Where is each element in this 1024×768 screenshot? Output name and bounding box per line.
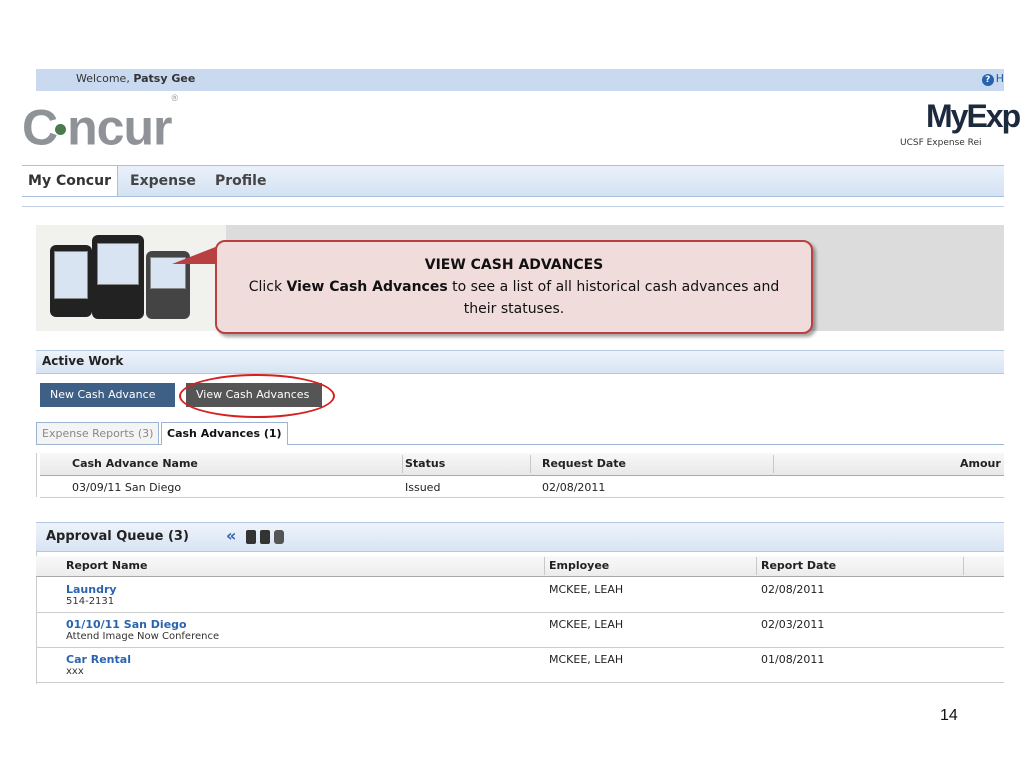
callout-title: VIEW CASH ADVANCES <box>424 257 604 273</box>
column-header[interactable]: Request Date <box>542 457 626 470</box>
employee-name: MCKEE, LEAH <box>549 653 624 666</box>
report-subtitle: xxx <box>66 666 84 677</box>
column-header[interactable]: Employee <box>549 559 609 572</box>
device-icon[interactable] <box>274 530 284 544</box>
active-work-tabs: Expense Reports (3) Cash Advances (1) <box>36 422 1004 445</box>
table-row[interactable]: 01/10/11 San Diego Attend Image Now Conf… <box>36 613 1004 648</box>
mobile-devices-image <box>36 225 226 331</box>
column-header[interactable]: Cash Advance Name <box>72 457 198 470</box>
report-date: 02/08/2011 <box>761 583 825 596</box>
welcome-text: Welcome, Patsy Gee <box>76 72 196 85</box>
approval-queue-title: Approval Queue (3) <box>46 529 189 544</box>
callout-pointer <box>172 246 218 264</box>
main-nav: My Concur Expense Profile <box>22 165 1004 197</box>
approval-table-header: Report Name Employee Report Date <box>36 556 1004 577</box>
device-icon[interactable] <box>260 530 270 544</box>
callout-text: Click View Cash Advances to see a list o… <box>248 279 780 317</box>
cash-advance-status: Issued <box>405 481 441 494</box>
collapse-chevron-icon[interactable]: « <box>226 526 236 545</box>
page-number: 14 <box>940 707 958 724</box>
column-header[interactable]: Status <box>405 457 445 470</box>
nav-divider <box>22 206 1004 207</box>
tab-expense[interactable]: Expense <box>130 166 196 196</box>
highlight-circle <box>179 374 335 418</box>
cash-advance-name[interactable]: 03/09/11 San Diego <box>72 481 181 494</box>
approval-queue-header: Approval Queue (3) « <box>36 522 1004 552</box>
table-row[interactable]: Laundry 514-2131 MCKEE, LEAH 02/08/2011 <box>36 578 1004 613</box>
myexpense-logo: MyExp <box>926 98 1021 134</box>
cash-advance-table-header: Cash Advance Name Status Request Date Am… <box>40 453 1004 476</box>
active-work-title: Active Work <box>42 354 124 368</box>
report-subtitle: 514-2131 <box>66 596 115 607</box>
help-icon: ? <box>981 74 994 86</box>
report-name-link[interactable]: Laundry <box>66 583 117 596</box>
help-link[interactable]: ? H <box>981 72 1004 86</box>
report-name-link[interactable]: Car Rental <box>66 653 131 666</box>
column-header[interactable]: Amour <box>960 457 1001 470</box>
tab-cash-advances[interactable]: Cash Advances (1) <box>161 422 288 445</box>
instruction-callout: VIEW CASH ADVANCES Click View Cash Advan… <box>215 240 813 334</box>
employee-name: MCKEE, LEAH <box>549 583 624 596</box>
employee-name: MCKEE, LEAH <box>549 618 624 631</box>
report-date: 01/08/2011 <box>761 653 825 666</box>
tab-profile[interactable]: Profile <box>215 166 266 196</box>
column-header[interactable]: Report Name <box>66 559 147 572</box>
new-cash-advance-button[interactable]: New Cash Advance <box>40 383 175 407</box>
concur-logo: Cncur® <box>22 93 178 156</box>
app-subtitle: UCSF Expense Rei <box>900 138 982 148</box>
cash-advance-date: 02/08/2011 <box>542 481 606 494</box>
device-icon[interactable] <box>246 530 256 544</box>
active-work-header: Active Work <box>36 350 1004 374</box>
tab-expense-reports[interactable]: Expense Reports (3) <box>36 422 160 444</box>
column-header[interactable]: Report Date <box>761 559 836 572</box>
table-row[interactable]: 03/09/11 San Diego Issued 02/08/2011 <box>40 477 1004 498</box>
report-date: 02/03/2011 <box>761 618 825 631</box>
table-row[interactable]: Car Rental xxx MCKEE, LEAH 01/08/2011 <box>36 648 1004 683</box>
report-name-link[interactable]: 01/10/11 San Diego <box>66 618 187 631</box>
table-border <box>36 453 37 497</box>
tab-my-concur[interactable]: My Concur <box>22 166 118 196</box>
report-subtitle: Attend Image Now Conference <box>66 631 220 642</box>
user-name: Patsy Gee <box>133 72 196 85</box>
welcome-bar: Welcome, Patsy Gee ? H <box>36 69 1004 91</box>
